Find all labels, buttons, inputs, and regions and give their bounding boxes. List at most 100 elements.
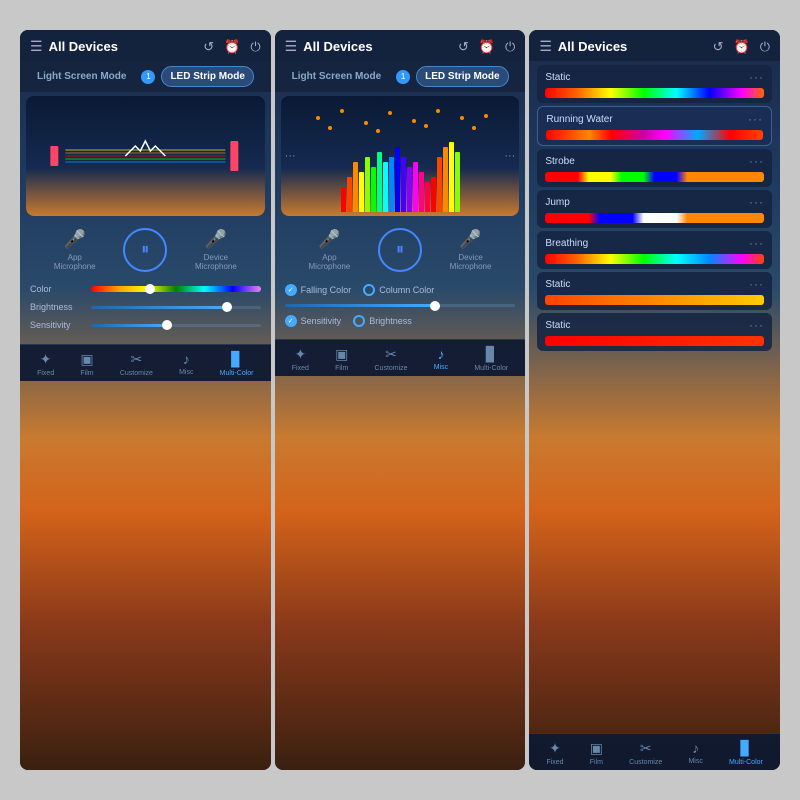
play-pause-button-2[interactable]: ⏸ — [378, 228, 422, 272]
column-color-radio[interactable] — [363, 284, 375, 296]
nav-misc-2[interactable]: ♪ Misc — [434, 346, 448, 372]
effect-name-static-3: Static — [545, 320, 570, 331]
column-color-label: Column Color — [379, 285, 434, 295]
light-screen-tab-1[interactable]: Light Screen Mode — [28, 66, 135, 87]
nav-film-1[interactable]: ▣ Film — [80, 351, 93, 377]
light-screen-tab-2[interactable]: Light Screen Mode — [283, 66, 390, 87]
effect-running-water[interactable]: Running Water ··· — [537, 106, 772, 146]
effect-jump[interactable]: Jump ··· — [537, 190, 772, 228]
alarm-icon[interactable]: ⏰ — [224, 39, 240, 55]
phone-screen-2: ☰ All Devices ↺ ⏰ ⏻ Light Screen Mode 1 … — [275, 30, 526, 770]
play-pause-button-1[interactable]: ⏸ — [123, 228, 167, 272]
sensitivity-label: Sensitivity — [30, 320, 85, 330]
color-bar-breathing — [545, 254, 764, 264]
nav-film-3[interactable]: ▣ Film — [590, 740, 603, 766]
nav-customize-2[interactable]: ✂ Customize — [375, 346, 408, 372]
effect-strobe[interactable]: Strobe ··· — [537, 149, 772, 187]
nav-fixed-2[interactable]: ✦ Fixed — [292, 346, 309, 372]
bottom-nav-2: ✦ Fixed ▣ Film ✂ Customize ♪ Misc ▊ Mult… — [275, 339, 526, 376]
alarm-icon-2[interactable]: ⏰ — [479, 39, 495, 55]
refresh-icon-3[interactable]: ↺ — [713, 39, 724, 55]
nav-misc-3[interactable]: ♪ Misc — [688, 740, 702, 766]
effect-name-strobe: Strobe — [545, 156, 574, 167]
music-controls-1: 🎤 AppMicrophone ⏸ 🎤 DeviceMicrophone — [20, 220, 271, 280]
brightness-radio[interactable] — [353, 315, 365, 327]
effect-name-breathing: Breathing — [545, 238, 588, 249]
header-title-3: All Devices — [558, 39, 627, 54]
header-3: ☰ All Devices ↺ ⏰ ⏻ — [529, 30, 780, 61]
device-mic-2[interactable]: 🎤 DeviceMicrophone — [450, 229, 492, 271]
nav-fixed-1[interactable]: ✦ Fixed — [37, 351, 54, 377]
color-bar-static-3 — [545, 336, 764, 346]
bottom-controls-2: Falling Color Column Color Sensitivity — [275, 280, 526, 339]
effect-name-static-1: Static — [545, 72, 570, 83]
menu-icon[interactable]: ☰ — [30, 38, 43, 55]
prev-arrow[interactable]: ··· — [285, 150, 296, 162]
color-bar-running-water — [546, 130, 763, 140]
effect-menu-strobe[interactable]: ··· — [749, 154, 764, 168]
sensitivity-slider[interactable] — [91, 324, 261, 327]
effect-menu-jump[interactable]: ··· — [749, 195, 764, 209]
effect-menu-breathing[interactable]: ··· — [749, 236, 764, 250]
effect-static-2[interactable]: Static ··· — [537, 272, 772, 310]
sensitivity-option[interactable]: Sensitivity — [285, 315, 342, 327]
nav-customize-3[interactable]: ✂ Customize — [629, 740, 662, 766]
effect-breathing[interactable]: Breathing ··· — [537, 231, 772, 269]
brightness-slider-row: Brightness — [30, 302, 261, 312]
s2-main-slider[interactable] — [285, 304, 516, 307]
header-2: ☰ All Devices ↺ ⏰ ⏻ — [275, 30, 526, 61]
brightness-label: Brightness — [30, 302, 85, 312]
power-icon-2[interactable]: ⏻ — [505, 39, 515, 55]
color-bar-jump — [545, 213, 764, 223]
bottom-nav-3: ✦ Fixed ▣ Film ✂ Customize ♪ Misc ▊ Mult… — [529, 733, 780, 770]
device-mic-1[interactable]: 🎤 DeviceMicrophone — [195, 229, 237, 271]
effect-menu-static-3[interactable]: ··· — [749, 318, 764, 332]
header-title-2: All Devices — [303, 39, 372, 54]
brightness-slider[interactable] — [91, 306, 261, 309]
led-strip-tab-2[interactable]: LED Strip Mode — [416, 66, 508, 87]
refresh-icon-2[interactable]: ↺ — [458, 39, 469, 55]
color-bar-strobe — [545, 172, 764, 182]
menu-icon-3[interactable]: ☰ — [539, 38, 552, 55]
alarm-icon-3[interactable]: ⏰ — [734, 39, 750, 55]
column-color-option[interactable]: Column Color — [363, 284, 434, 296]
power-icon-3[interactable]: ⏻ — [760, 39, 770, 55]
falling-color-radio[interactable] — [285, 284, 297, 296]
falling-color-label: Falling Color — [301, 285, 352, 295]
falling-color-option[interactable]: Falling Color — [285, 284, 352, 296]
nav-fixed-3[interactable]: ✦ Fixed — [546, 740, 563, 766]
effect-static-1[interactable]: Static ··· — [537, 65, 772, 103]
nav-multicolor-2[interactable]: ▊ Multi-Color — [474, 346, 508, 372]
sensitivity-radio[interactable] — [285, 315, 297, 327]
nav-multicolor-1[interactable]: ▊ Multi-Color — [220, 351, 254, 377]
header-title-1: All Devices — [49, 39, 118, 54]
effect-name-static-2: Static — [545, 279, 570, 290]
nav-film-2[interactable]: ▣ Film — [335, 346, 348, 372]
app-mic-1[interactable]: 🎤 AppMicrophone — [54, 229, 96, 271]
effect-menu-running-water[interactable]: ··· — [748, 112, 763, 126]
refresh-icon[interactable]: ↺ — [203, 39, 214, 55]
effect-menu-static-2[interactable]: ··· — [749, 277, 764, 291]
power-icon[interactable]: ⏻ — [250, 39, 260, 55]
sliders-area-1: Color Brightness Sensitivity — [20, 280, 271, 344]
app-mic-2[interactable]: 🎤 AppMicrophone — [309, 229, 351, 271]
color-options-row: Falling Color Column Color — [285, 284, 516, 296]
effect-static-3[interactable]: Static ··· — [537, 313, 772, 351]
nav-customize-1[interactable]: ✂ Customize — [120, 351, 153, 377]
brightness-option[interactable]: Brightness — [353, 315, 412, 327]
nav-misc-1[interactable]: ♪ Misc — [179, 351, 193, 377]
mode-badge-1: 1 — [141, 70, 155, 84]
header-1: ☰ All Devices ↺ ⏰ ⏻ — [20, 30, 271, 61]
visualizer-2: ··· ··· — [281, 96, 520, 216]
menu-icon-2[interactable]: ☰ — [285, 38, 298, 55]
color-slider[interactable] — [91, 286, 261, 292]
mode-tabs-1: Light Screen Mode 1 LED Strip Mode — [20, 61, 271, 92]
phone-screen-3: ☰ All Devices ↺ ⏰ ⏻ Static ··· — [529, 30, 780, 770]
color-bar-static-2 — [545, 295, 764, 305]
next-arrow[interactable]: ··· — [504, 150, 515, 162]
s2-slider-row — [285, 304, 516, 307]
nav-multicolor-3[interactable]: ▊ Multi-Color — [729, 740, 763, 766]
effect-menu-static-1[interactable]: ··· — [749, 70, 764, 84]
led-strip-tab-1[interactable]: LED Strip Mode — [161, 66, 253, 87]
mode-tabs-2: Light Screen Mode 1 LED Strip Mode — [275, 61, 526, 92]
